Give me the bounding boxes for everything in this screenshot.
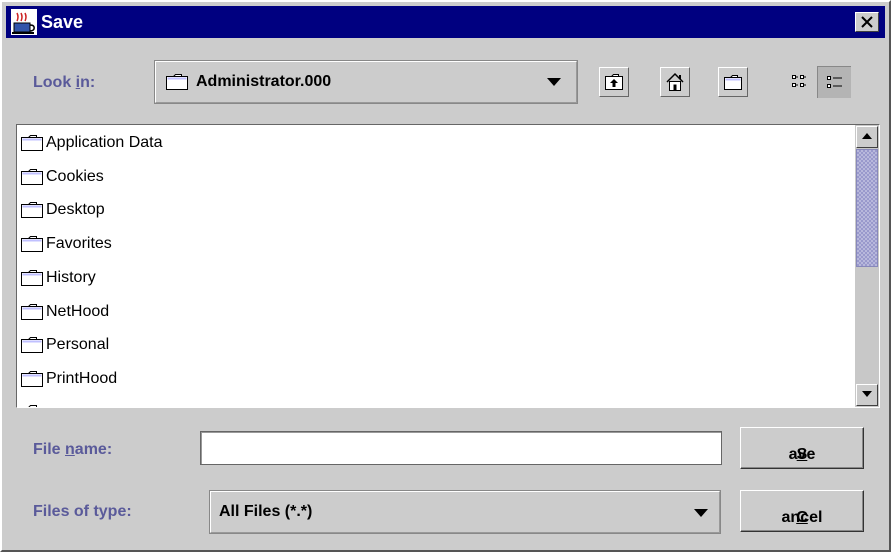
folder-icon — [21, 371, 43, 387]
folder-icon — [21, 236, 43, 252]
close-icon — [861, 16, 873, 28]
list-item-label: Cookies — [46, 168, 104, 185]
folder-icon — [166, 74, 188, 90]
new-folder-button[interactable] — [718, 67, 748, 97]
details-view-button[interactable] — [817, 66, 851, 98]
chevron-down-icon — [694, 509, 708, 517]
list-item[interactable]: Cookies — [21, 163, 421, 191]
cancel-button[interactable]: Cancel — [740, 490, 864, 532]
save-dialog: Save Look in: Administrator.000 Applicat… — [0, 0, 891, 552]
files-of-type-label: Files of type: — [33, 503, 132, 520]
java-cup-icon — [11, 9, 37, 35]
arrow-up-icon — [862, 133, 872, 139]
close-button[interactable] — [855, 12, 879, 32]
folder-icon — [21, 202, 43, 218]
folder-icon — [21, 405, 37, 407]
scroll-thumb[interactable] — [856, 149, 878, 267]
list-item[interactable]: History — [21, 264, 421, 292]
file-list-viewport: Application Data Cookies Desktop Favorites H… — [17, 125, 853, 407]
list-item-label: NetHood — [46, 303, 110, 320]
home-button[interactable] — [660, 67, 690, 97]
scroll-down-button[interactable] — [856, 384, 878, 406]
look-in-label: Look in: — [33, 74, 96, 91]
save-button[interactable]: Save — [740, 427, 864, 469]
folder-icon — [21, 304, 43, 320]
up-one-level-button[interactable] — [599, 67, 629, 97]
new-folder-icon — [724, 75, 742, 90]
window-title: Save — [41, 12, 84, 32]
list-item[interactable]: Desktop — [21, 196, 421, 224]
title-bar[interactable]: Save — [6, 6, 885, 38]
list-item-label: Desktop — [46, 201, 105, 218]
folder-icon — [21, 169, 43, 185]
details-view-icon — [827, 76, 842, 88]
file-name-label: File name: — [33, 441, 113, 458]
files-of-type-value: All Files (*.*) — [219, 503, 313, 520]
home-icon — [666, 72, 684, 91]
scroll-up-button[interactable] — [856, 126, 878, 148]
list-item[interactable]: Application Data — [21, 129, 421, 157]
look-in-combo[interactable]: Administrator.000 — [154, 60, 578, 104]
list-item[interactable]: PrintHood — [21, 365, 421, 393]
list-item-label: Personal — [46, 336, 110, 353]
list-item-label: Application Data — [46, 134, 163, 151]
look-in-value: Administrator.000 — [196, 73, 332, 90]
list-item[interactable]: NetHood — [21, 298, 421, 326]
list-item-partial[interactable] — [21, 399, 421, 407]
up-folder-icon — [605, 74, 623, 90]
list-view-icon — [792, 75, 806, 87]
list-item-label: Favorites — [46, 235, 112, 252]
list-view-button[interactable] — [783, 66, 817, 98]
arrow-down-icon — [862, 391, 872, 397]
folder-icon — [21, 337, 43, 353]
list-item[interactable]: Favorites — [21, 230, 421, 258]
chevron-down-icon — [547, 78, 561, 86]
list-item-label: History — [46, 269, 96, 286]
folder-icon — [21, 270, 43, 286]
file-name-input[interactable] — [200, 431, 722, 465]
list-item-label: PrintHood — [46, 370, 118, 387]
files-of-type-combo[interactable]: All Files (*.*) — [209, 490, 721, 534]
file-list[interactable]: Application Data Cookies Desktop Favorites H… — [16, 124, 880, 408]
list-item[interactable]: Personal — [21, 331, 421, 359]
vertical-scrollbar[interactable] — [855, 125, 879, 407]
folder-icon — [21, 135, 43, 151]
